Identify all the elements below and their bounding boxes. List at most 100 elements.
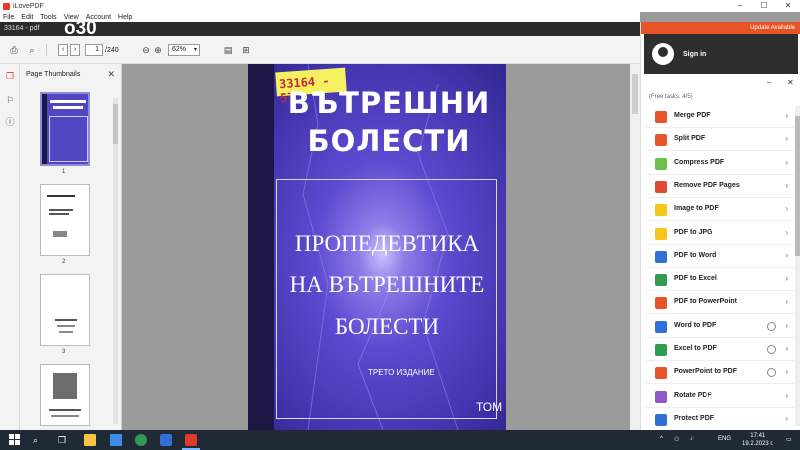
thumbnails-panel: Page Thumbnails ✕ 1 2 3 <box>20 64 122 430</box>
thumbnails-icon[interactable]: ❐ <box>4 70 16 82</box>
protect-icon <box>655 413 667 426</box>
jpg-icon <box>655 227 667 240</box>
update-banner[interactable]: Update Available <box>641 22 800 34</box>
thumbnails-scrollbar[interactable] <box>113 98 118 424</box>
remove-pages-icon <box>655 180 667 193</box>
zoom-in-icon[interactable]: ⊕ <box>152 45 164 55</box>
scrollbar-thumb[interactable] <box>795 116 800 256</box>
avatar-icon <box>652 43 674 65</box>
clock[interactable]: 17:41 19.2.2023 г. <box>742 432 773 448</box>
thumb-portrait <box>53 373 77 399</box>
tool-item[interactable]: Protect PDF › <box>645 408 794 431</box>
tool-item[interactable]: PowerPoint to PDF › <box>645 362 794 385</box>
thumbnail-number: 3 <box>62 349 66 355</box>
pdf-page-cover: 33164 - 57 ВЪТРЕШНИ БОЛЕСТИ ПРОПЕДЕВТИКА… <box>248 64 506 430</box>
chevron-right-icon: › <box>785 134 788 144</box>
maximize-button[interactable]: ☐ <box>752 0 776 12</box>
file-explorer-icon[interactable] <box>84 434 96 446</box>
mail-icon[interactable] <box>110 434 122 446</box>
task-view-icon[interactable]: ❐ <box>58 434 70 446</box>
cover-edition: ТРЕТО ИЗДАНИЕ <box>368 368 435 377</box>
tool-item[interactable]: Excel to PDF › <box>645 339 794 361</box>
menu-edit[interactable]: Edit <box>21 14 33 21</box>
windows-taskbar: ⌕ ❐ ^ ⚇ ♪ ENG 17:41 19.2.2023 г. ▭ BAZAR <box>0 383 800 450</box>
bookmark-icon[interactable]: ⚐ <box>4 94 16 106</box>
tool-item[interactable]: PDF to Excel › <box>645 269 794 292</box>
chevron-down-icon: ▾ <box>193 47 197 53</box>
left-icon-rail: ❐ ⚐ ⓘ <box>0 64 20 430</box>
tool-item[interactable]: Image to PDF › <box>645 199 794 222</box>
sign-in-label: Sign in <box>683 51 707 58</box>
split-icon <box>655 134 667 147</box>
tool-label: Protect PDF <box>674 414 715 422</box>
tools-panel: Update Available Sign in – ✕ (Free tasks… <box>640 22 800 431</box>
app-logo <box>3 2 10 10</box>
image-icon <box>655 204 667 217</box>
minimize-button[interactable]: – <box>728 0 752 12</box>
word-taskbar-icon[interactable] <box>160 434 172 446</box>
thumbnail-page-4[interactable] <box>40 364 90 426</box>
chevron-right-icon: › <box>785 157 788 167</box>
tool-label: Excel to PDF <box>674 345 717 352</box>
network-icon[interactable]: ⚇ <box>674 436 679 443</box>
sign-in-bar[interactable]: Sign in <box>644 34 798 74</box>
scrollbar-thumb[interactable] <box>632 74 638 114</box>
menu-help[interactable]: Help <box>118 14 132 21</box>
tool-item[interactable]: Merge PDF › <box>645 106 794 128</box>
search-taskbar-icon[interactable]: ⌕ <box>33 434 45 446</box>
chrome-icon[interactable] <box>135 434 147 446</box>
tool-item[interactable]: PDF to JPG › <box>645 222 794 245</box>
volume-icon[interactable]: ♪ <box>690 436 693 442</box>
menu-tools[interactable]: Tools <box>40 14 56 21</box>
cover-subtitle-line-2: НА ВЪТРЕШНИТЕ <box>289 272 485 297</box>
tool-item[interactable]: Word to PDF › <box>645 315 794 338</box>
info-icon[interactable]: ⓘ <box>4 116 16 128</box>
document-tab[interactable]: 33164 - pdf <box>4 25 39 32</box>
page-number-input[interactable]: 1 <box>85 44 103 56</box>
tray-arrow-icon[interactable]: ^ <box>660 436 663 442</box>
powerpoint-icon <box>655 297 667 310</box>
chevron-right-icon: › <box>785 344 788 353</box>
globe-icon <box>767 321 776 331</box>
print-icon[interactable]: ⎙ <box>8 45 20 55</box>
windows-start-icon[interactable] <box>9 434 21 446</box>
rotate-icon <box>655 390 667 403</box>
cover-title-line-2: БОЛЕСТИ <box>307 124 471 158</box>
zoom-out-icon[interactable]: ⊖ <box>140 45 152 55</box>
cover-subtitle-line-1: ПРОПЕДЕВТИКА <box>294 231 480 256</box>
tools-scrollbar[interactable] <box>795 106 800 426</box>
tool-item[interactable]: PDF to Word › <box>645 245 794 268</box>
rotate-view-icon[interactable]: ⊞ <box>240 45 252 55</box>
compress-icon <box>655 157 667 170</box>
ilovepdf-taskbar-icon[interactable] <box>185 434 197 446</box>
powerpoint-to-pdf-icon <box>655 367 667 380</box>
tool-label: PDF to JPG <box>674 228 713 236</box>
thumb-text-line <box>49 209 73 211</box>
language-indicator[interactable]: ENG <box>718 436 731 442</box>
close-window-button[interactable]: ✕ <box>776 0 800 12</box>
tool-item[interactable]: Remove PDF Pages › <box>645 175 794 198</box>
close-icon[interactable]: ✕ <box>107 69 115 80</box>
thumbnail-page-3[interactable] <box>40 274 90 346</box>
chevron-right-icon: › <box>785 390 788 400</box>
tool-item[interactable]: Compress PDF › <box>645 152 794 175</box>
tool-label: Merge PDF <box>674 112 711 119</box>
next-page-button[interactable]: › <box>70 44 80 56</box>
cover-subtitle-line-3: БОЛЕСТИ <box>334 314 440 339</box>
scrollbar-thumb[interactable] <box>113 104 118 144</box>
search-icon[interactable]: ⌕ <box>26 45 38 55</box>
tool-item[interactable]: Split PDF › <box>645 129 794 152</box>
tool-item[interactable]: PDF to PowerPoint › <box>645 292 794 315</box>
prev-page-button[interactable]: ‹ <box>58 44 68 56</box>
thumbnail-page-1[interactable] <box>40 92 90 166</box>
fit-page-icon[interactable]: ▤ <box>222 45 234 55</box>
close-panel-icon[interactable]: ✕ <box>787 78 794 87</box>
document-scrollbar[interactable] <box>630 64 640 430</box>
toolbar: ⎙ ⌕ ‹ › 1 /240 ⊖ ⊕ 62% ▾ ▤ ⊞ <box>0 36 640 64</box>
thumbnail-page-2[interactable] <box>40 184 90 256</box>
zoom-select[interactable]: 62% ▾ <box>168 44 200 56</box>
toolbar-divider <box>46 44 47 56</box>
minimize-panel-icon[interactable]: – <box>767 78 771 87</box>
notifications-icon[interactable]: ▭ <box>786 436 792 443</box>
menu-file[interactable]: File <box>3 14 14 21</box>
